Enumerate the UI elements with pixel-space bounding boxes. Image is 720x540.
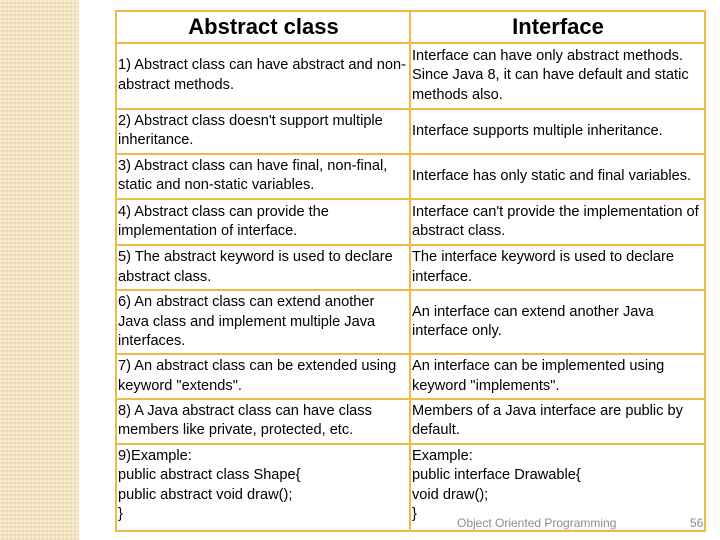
cell-abstract: 3) Abstract class can have final, non-fi… bbox=[115, 152, 411, 201]
table-row: 2) Abstract class doesn't support multip… bbox=[115, 107, 706, 155]
cell-abstract: 1) Abstract class can have abstract and … bbox=[115, 42, 411, 110]
cell-abstract: 8) A Java abstract class can have class … bbox=[115, 398, 411, 445]
cell-interface: An interface can be implemented using ke… bbox=[409, 353, 706, 401]
cell-interface: Interface can't provide the implementati… bbox=[409, 198, 706, 246]
cell-interface: Members of a Java interface are public b… bbox=[409, 398, 706, 445]
cell-interface: Interface has only static and final vari… bbox=[409, 152, 706, 201]
slide-number: 56 bbox=[690, 516, 704, 530]
table-row: 5) The abstract keyword is used to decla… bbox=[115, 243, 706, 292]
table-row: 7) An abstract class can be extended usi… bbox=[115, 353, 706, 401]
cell-abstract: 2) Abstract class doesn't support multip… bbox=[115, 107, 411, 155]
table-row: 4) Abstract class can provide the implem… bbox=[115, 198, 706, 246]
cell-abstract-example: 9)Example: public abstract class Shape{ … bbox=[115, 442, 411, 533]
table-row: 6) An abstract class can extend another … bbox=[115, 289, 706, 356]
cell-abstract: 7) An abstract class can be extended usi… bbox=[115, 353, 411, 401]
table-row: 1) Abstract class can have abstract and … bbox=[115, 42, 706, 110]
cell-interface: Interface supports multiple inheritance. bbox=[409, 107, 706, 155]
table-row: 3) Abstract class can have final, non-fi… bbox=[115, 152, 706, 201]
table-header-row: Abstract class Interface bbox=[115, 10, 706, 44]
cell-abstract: 6) An abstract class can extend another … bbox=[115, 289, 411, 356]
decorative-side-band bbox=[0, 0, 79, 540]
footer-title: Object Oriented Programming bbox=[457, 516, 617, 530]
cell-abstract: 5) The abstract keyword is used to decla… bbox=[115, 243, 411, 292]
header-interface: Interface bbox=[409, 10, 706, 44]
comparison-table: Abstract class Interface 1) Abstract cla… bbox=[115, 10, 706, 533]
cell-interface: Interface can have only abstract methods… bbox=[409, 42, 706, 110]
header-abstract-class: Abstract class bbox=[115, 10, 411, 44]
cell-interface: An interface can extend another Java int… bbox=[409, 289, 706, 356]
table-row: 9)Example: public abstract class Shape{ … bbox=[115, 442, 706, 533]
cell-abstract: 4) Abstract class can provide the implem… bbox=[115, 198, 411, 246]
table-row: 8) A Java abstract class can have class … bbox=[115, 398, 706, 445]
cell-interface: The interface keyword is used to declare… bbox=[409, 243, 706, 292]
